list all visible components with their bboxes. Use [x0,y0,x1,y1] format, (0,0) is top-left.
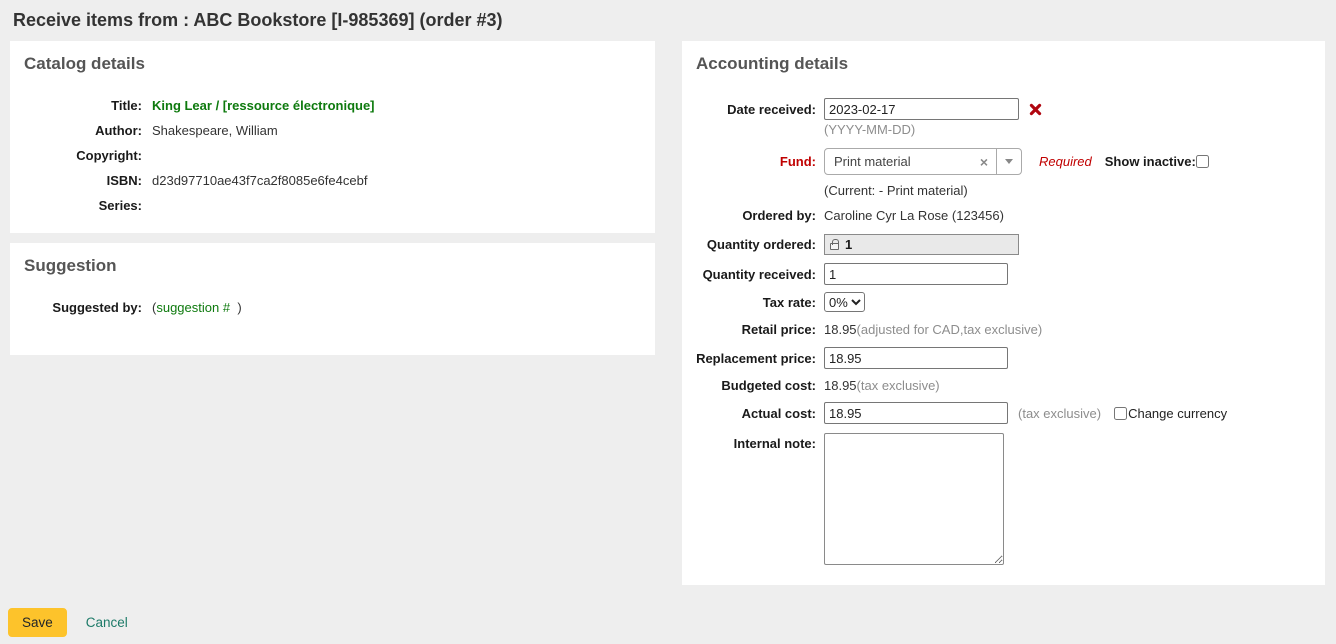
quantity-received-input[interactable] [824,263,1008,285]
copyright-row: Copyright: [24,148,641,163]
left-column: Catalog details Title: King Lear / [ress… [10,41,655,355]
right-column: Accounting details Date received: (YYYY-… [682,41,1325,585]
internal-note-row: Internal note: [696,433,1311,565]
budgeted-cost-row: Budgeted cost: 18.95(tax exclusive) [696,378,1311,393]
show-inactive-checkbox[interactable] [1196,155,1209,168]
series-row: Series: [24,198,641,213]
replacement-price-row: Replacement price: [696,347,1311,369]
quantity-ordered-value: 1 [845,237,852,252]
quantity-ordered-label: Quantity ordered: [696,237,816,252]
fund-select[interactable]: Print material × [824,148,1022,175]
change-currency-checkbox[interactable] [1114,407,1127,420]
suggestion-heading: Suggestion [24,256,641,276]
actual-cost-input[interactable] [824,402,1008,424]
tax-rate-select[interactable]: 0% [824,292,865,312]
isbn-label: ISBN: [24,173,142,188]
retail-price-value: 18.95 [824,322,857,337]
cancel-link[interactable]: Cancel [86,615,128,630]
retail-price-row: Retail price: 18.95(adjusted for CAD,tax… [696,322,1311,337]
fund-clear-icon[interactable]: × [972,154,996,170]
suggestion-link[interactable]: suggestion # [156,300,230,315]
quantity-ordered-input: 1 [824,234,1019,255]
change-currency-label: Change currency [1128,406,1227,421]
suggested-by-row: Suggested by: (suggestion # ) [24,300,641,315]
tax-rate-row: Tax rate: 0% [696,292,1311,312]
isbn-row: ISBN: d23d97710ae43f7ca2f8085e6fe4cebf [24,173,641,188]
suggested-by-label: Suggested by: [24,300,142,315]
quantity-ordered-row: Quantity ordered: 1 [696,234,1311,255]
suggestion-paren-close: ) [237,300,241,315]
author-label: Author: [24,123,142,138]
title-row: Title: King Lear / [ressource électroniq… [24,98,641,113]
fund-required-note: Required [1039,154,1092,169]
replacement-price-input[interactable] [824,347,1008,369]
clear-date-icon[interactable] [1029,103,1042,116]
internal-note-label: Internal note: [696,436,816,451]
fund-row: Fund: Print material × Required Show ina… [696,148,1311,175]
form-actions: Save Cancel [8,608,1336,637]
tax-rate-label: Tax rate: [696,295,816,310]
isbn-value: d23d97710ae43f7ca2f8085e6fe4cebf [152,173,367,188]
lock-icon [830,243,839,250]
page-title: Receive items from : ABC Bookstore [I-98… [13,10,1336,31]
accounting-details-panel: Accounting details Date received: (YYYY-… [682,41,1325,585]
author-row: Author: Shakespeare, William [24,123,641,138]
date-format-hint: (YYYY-MM-DD) [824,122,915,137]
retail-price-label: Retail price: [696,322,816,337]
budgeted-cost-value: 18.95 [824,378,857,393]
quantity-received-label: Quantity received: [696,267,816,282]
fund-current-hint: (Current: - Print material) [824,183,968,198]
title-label: Title: [24,98,142,113]
date-received-label: Date received: [696,102,816,117]
quantity-received-row: Quantity received: [696,263,1311,285]
ordered-by-label: Ordered by: [696,208,816,223]
suggestion-panel: Suggestion Suggested by: (suggestion # ) [10,243,655,355]
internal-note-textarea[interactable] [824,433,1004,565]
show-inactive-label: Show inactive: [1105,154,1196,169]
fund-dropdown-arrow-icon[interactable] [996,149,1021,174]
save-button[interactable]: Save [8,608,67,637]
actual-cost-hint: (tax exclusive) [1018,406,1101,421]
fund-current-hint-row: (Current: - Print material) [696,183,1311,198]
title-link[interactable]: King Lear / [ressource électronique] [152,98,375,113]
catalog-details-panel: Catalog details Title: King Lear / [ress… [10,41,655,233]
suggestion-value: (suggestion # ) [152,300,242,315]
ordered-by-value: Caroline Cyr La Rose (123456) [824,208,1004,223]
accounting-details-heading: Accounting details [696,54,1311,74]
ordered-by-row: Ordered by: Caroline Cyr La Rose (123456… [696,208,1311,223]
actual-cost-row: Actual cost: (tax exclusive) Change curr… [696,402,1311,424]
series-label: Series: [24,198,142,213]
budgeted-cost-label: Budgeted cost: [696,378,816,393]
date-format-hint-row: (YYYY-MM-DD) [696,122,1311,137]
fund-label: Fund: [696,154,816,169]
date-received-input[interactable] [824,98,1019,120]
replacement-price-label: Replacement price: [696,351,816,366]
budgeted-cost-hint: (tax exclusive) [857,378,940,393]
fund-selected-value: Print material [825,154,972,169]
actual-cost-label: Actual cost: [696,406,816,421]
retail-price-hint: (adjusted for CAD,tax exclusive) [857,322,1043,337]
date-received-row: Date received: [696,98,1311,120]
content-columns: Catalog details Title: King Lear / [ress… [0,41,1336,585]
catalog-details-heading: Catalog details [24,54,641,74]
author-value: Shakespeare, William [152,123,278,138]
copyright-label: Copyright: [24,148,142,163]
